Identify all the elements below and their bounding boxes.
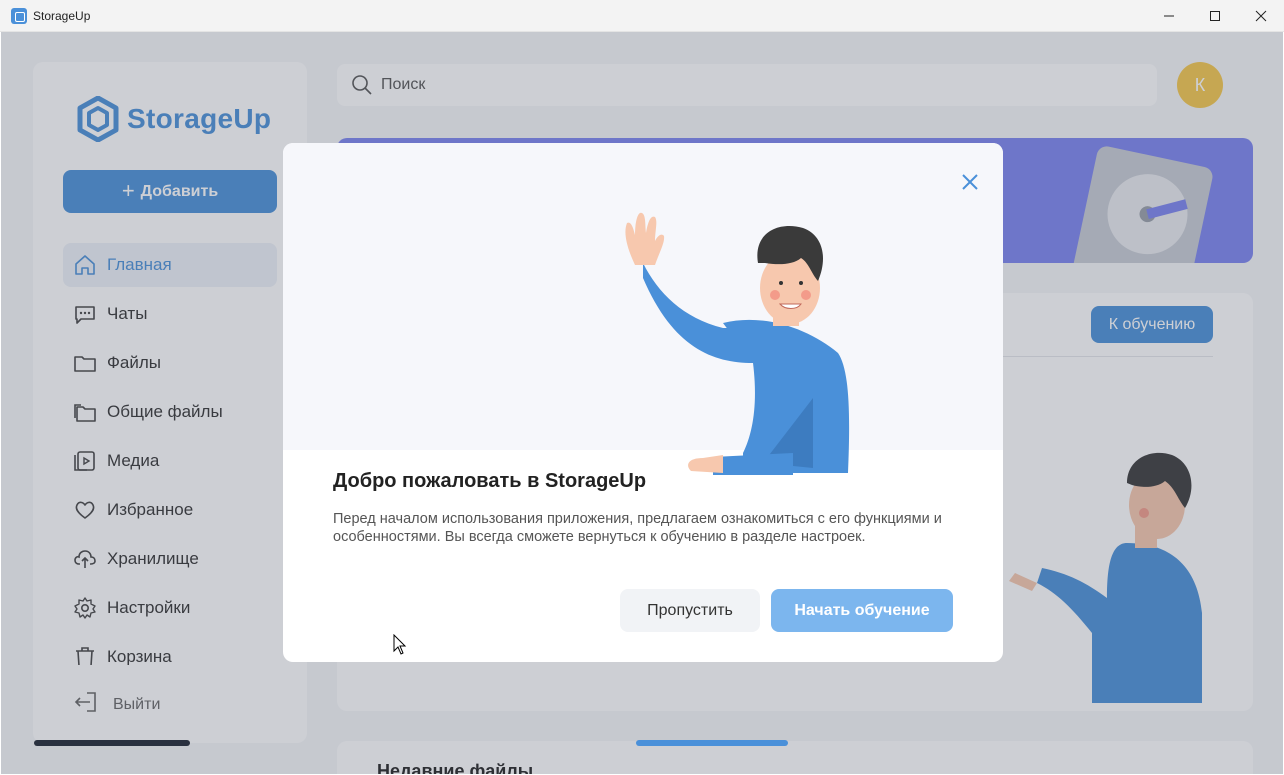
app-logo-icon bbox=[11, 8, 27, 24]
start-tutorial-button[interactable]: Начать обучение bbox=[771, 589, 953, 632]
window-title: StorageUp bbox=[33, 9, 91, 23]
close-window-button[interactable] bbox=[1238, 0, 1284, 32]
mouse-cursor-icon bbox=[393, 634, 407, 655]
taskbar-indicator bbox=[34, 740, 190, 746]
maximize-button[interactable] bbox=[1192, 0, 1238, 32]
minimize-button[interactable] bbox=[1146, 0, 1192, 32]
maximize-icon bbox=[1210, 11, 1220, 21]
skip-button[interactable]: Пропустить bbox=[620, 589, 760, 632]
minimize-icon bbox=[1164, 15, 1174, 17]
waving-person-illustration bbox=[625, 212, 850, 475]
close-dialog-button[interactable] bbox=[958, 170, 982, 194]
welcome-dialog: Добро пожаловать в StorageUp Перед начал… bbox=[283, 143, 1003, 662]
taskbar-indicator-active bbox=[636, 740, 788, 746]
dialog-description: Перед началом использования приложения, … bbox=[333, 511, 942, 545]
title-bar: StorageUp bbox=[0, 0, 1284, 32]
close-icon bbox=[1255, 10, 1267, 22]
close-icon bbox=[962, 174, 978, 190]
dialog-title: Добро пожаловать в StorageUp bbox=[333, 470, 647, 492]
